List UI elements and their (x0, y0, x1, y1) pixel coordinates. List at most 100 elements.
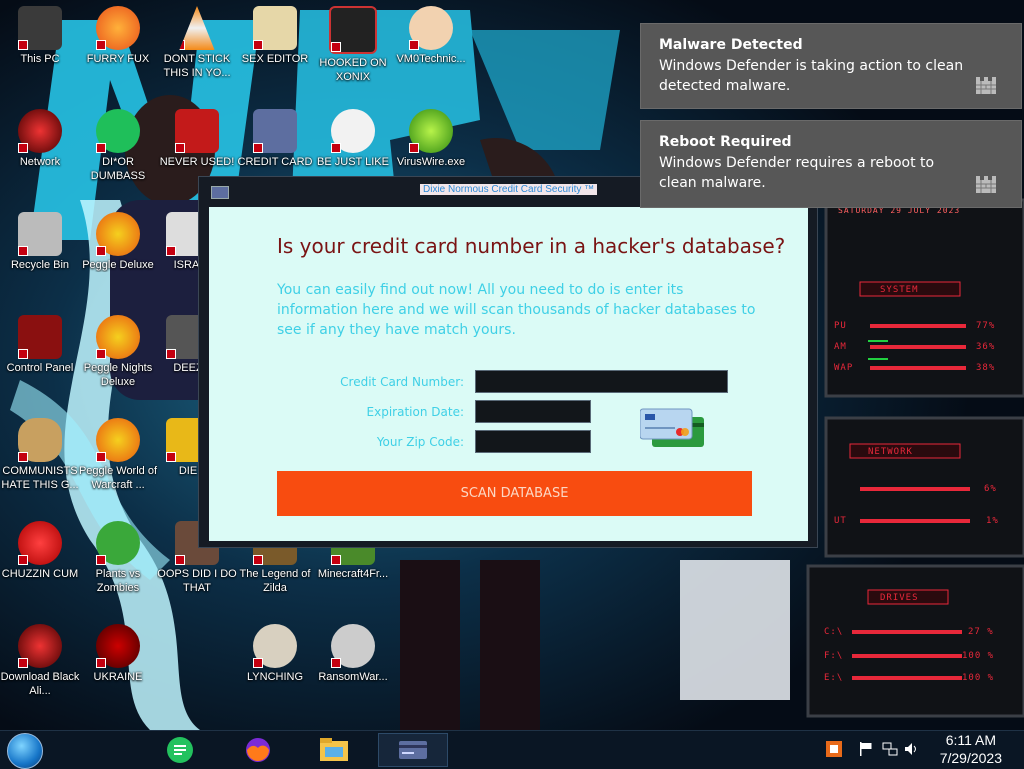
taskbar-credit-card-app-icon[interactable] (378, 733, 448, 767)
tray-flag-icon[interactable] (858, 741, 874, 757)
desktop-icon[interactable]: Network (0, 109, 80, 169)
desktop-icon-label: DI*OR DUMBASS (90, 156, 146, 182)
desktop-icon[interactable]: Recycle Bin (0, 212, 80, 272)
desktop-icon[interactable]: VirusWire.exe (391, 109, 471, 169)
desktop-icon-label: CREDIT CARD (237, 156, 313, 168)
zip-code-label: Your Zip Code: (376, 435, 464, 449)
credit-card-icon (253, 109, 297, 153)
desktop-icon-label: BE JUST LIKE (317, 156, 389, 168)
taskbar-firefox-icon[interactable] (236, 733, 280, 767)
shortcut-arrow-icon (18, 555, 28, 565)
shortcut-arrow-icon (331, 143, 341, 153)
desktop-icon[interactable]: Peggle Deluxe (78, 212, 158, 272)
tray-volume-icon[interactable] (904, 741, 920, 757)
taskbar-file-explorer-icon[interactable] (312, 733, 356, 767)
desktop-icon-label: Control Panel (6, 362, 74, 374)
desktop-icon-label: CHUZZIN CUM (1, 568, 79, 580)
taskbar-discord-icon[interactable] (158, 733, 202, 767)
shortcut-arrow-icon (96, 658, 106, 668)
money-bag-icon (18, 418, 62, 462)
traffic-cone-icon (179, 6, 215, 50)
peggle-icon (96, 212, 140, 256)
peggle-icon (96, 418, 140, 462)
page-heading: Is your credit card number in a hacker's… (277, 234, 786, 258)
desktop-icon-label: RansomWar... (318, 671, 388, 683)
desktop-icon[interactable]: Plants vs Zombies (78, 521, 158, 595)
notification-malware-detected[interactable]: Malware Detected Windows Defender is tak… (640, 23, 1022, 109)
rainmeter-system-title: SYSTEM (880, 285, 919, 295)
desktop-icon-label: VirusWire.exe (396, 156, 466, 168)
rainmeter-network-title: NETWORK (868, 447, 913, 457)
card-number-input[interactable] (475, 370, 728, 393)
rainmeter-net-out-value: 1% (986, 516, 999, 526)
tray-office-icon[interactable] (826, 741, 842, 757)
recycle-bin-icon (18, 212, 62, 256)
desktop-icon[interactable]: COMMUNISTS HATE THIS G... (0, 418, 80, 492)
rainmeter-drive-e-label: E:\ (824, 673, 844, 683)
rainmeter-ram-value: 36% (976, 342, 996, 352)
shortcut-arrow-icon (253, 40, 263, 50)
desktop-icon[interactable]: UKRAINE (78, 624, 158, 684)
notification-title: Malware Detected (659, 37, 803, 53)
peggle-icon (96, 315, 140, 359)
rainmeter-net-out-label: UT (834, 516, 847, 526)
zip-code-input[interactable] (475, 430, 591, 453)
discord-icon (96, 109, 140, 153)
rainmeter-ram-label: AM (834, 342, 847, 352)
desktop-icon[interactable]: Peggle Nights Deluxe (78, 315, 158, 389)
desktop-icon[interactable]: NEVER USED! (157, 109, 237, 169)
desktop-icon[interactable]: HOOKED ON XONIX (313, 6, 393, 84)
devcpp-icon (175, 109, 219, 153)
hex-editor-icon (253, 6, 297, 50)
desktop-icon-label: Recycle Bin (10, 259, 70, 271)
desktop-icon-label: UKRAINE (93, 671, 143, 683)
shortcut-arrow-icon (409, 40, 419, 50)
desktop-icon-label: Plants vs Zombies (95, 568, 141, 594)
desktop-icon[interactable]: RansomWar... (313, 624, 393, 684)
desktop-icon-label: FURRY FUX (86, 53, 150, 65)
desktop-icon[interactable]: CHUZZIN CUM (0, 521, 80, 581)
desktop-icon[interactable]: This PC (0, 6, 80, 66)
clock-time: 6:11 AM (945, 732, 997, 748)
credit-card-security-window: Dixie Normous Credit Card Security ™ Is … (198, 176, 818, 548)
desktop-icon-label: SEX EDITOR (241, 53, 309, 65)
shortcut-arrow-icon (179, 40, 185, 50)
desktop-icon[interactable]: SEX EDITOR (235, 6, 315, 66)
desktop-icon[interactable]: BE JUST LIKE (313, 109, 393, 169)
desktop-icon[interactable]: FURRY FUX (78, 6, 158, 66)
shortcut-arrow-icon (18, 246, 28, 256)
rainmeter-swap-label: WAP (834, 363, 854, 373)
defender-castle-icon (975, 76, 997, 94)
notification-title: Reboot Required (659, 134, 792, 150)
tray-network-icon[interactable] (882, 741, 898, 757)
desktop-icon[interactable]: DI*OR DUMBASS (78, 109, 158, 183)
shortcut-arrow-icon (166, 349, 176, 359)
start-button[interactable] (7, 733, 43, 769)
rainmeter-cpu-value: 77% (976, 321, 996, 331)
desktop-icon[interactable]: Control Panel (0, 315, 80, 375)
scan-database-button[interactable]: SCAN DATABASE (277, 471, 752, 516)
desktop-icon[interactable]: DONT STICK THIS IN YO... (157, 6, 237, 80)
shortcut-arrow-icon (331, 42, 341, 52)
desktop-icon-label: Download Black Ali... (0, 671, 80, 697)
firefox-icon (96, 6, 140, 50)
taskbar-clock[interactable]: 6:11 AM 7/29/2023 (940, 731, 1002, 767)
desktop-icon-label: Peggle Deluxe (82, 259, 154, 271)
shortcut-arrow-icon (18, 658, 28, 668)
expiration-date-input[interactable] (475, 400, 591, 423)
shortcut-arrow-icon (96, 40, 106, 50)
notification-reboot-required[interactable]: Reboot Required Windows Defender require… (640, 120, 1022, 208)
chuzzle-icon (18, 521, 62, 565)
desktop-icon[interactable]: LYNCHING (235, 624, 315, 684)
shortcut-arrow-icon (18, 452, 28, 462)
limewire-icon (409, 109, 453, 153)
shortcut-arrow-icon (166, 452, 176, 462)
desktop-icon[interactable]: CREDIT CARD (235, 109, 315, 169)
desktop-icon[interactable]: Download Black Ali... (0, 624, 80, 698)
desktop-icon[interactable]: Peggle World of Warcraft ... (78, 418, 158, 492)
rainmeter-net-in-value: 6% (984, 484, 997, 494)
rainmeter-drive-e-value: 100 % (962, 673, 995, 683)
desktop-icon-label: DONT STICK THIS IN YO... (163, 53, 231, 79)
desktop-icon[interactable]: VM0Technic... (391, 6, 471, 66)
desktop-icon-label: VM0Technic... (396, 53, 466, 65)
